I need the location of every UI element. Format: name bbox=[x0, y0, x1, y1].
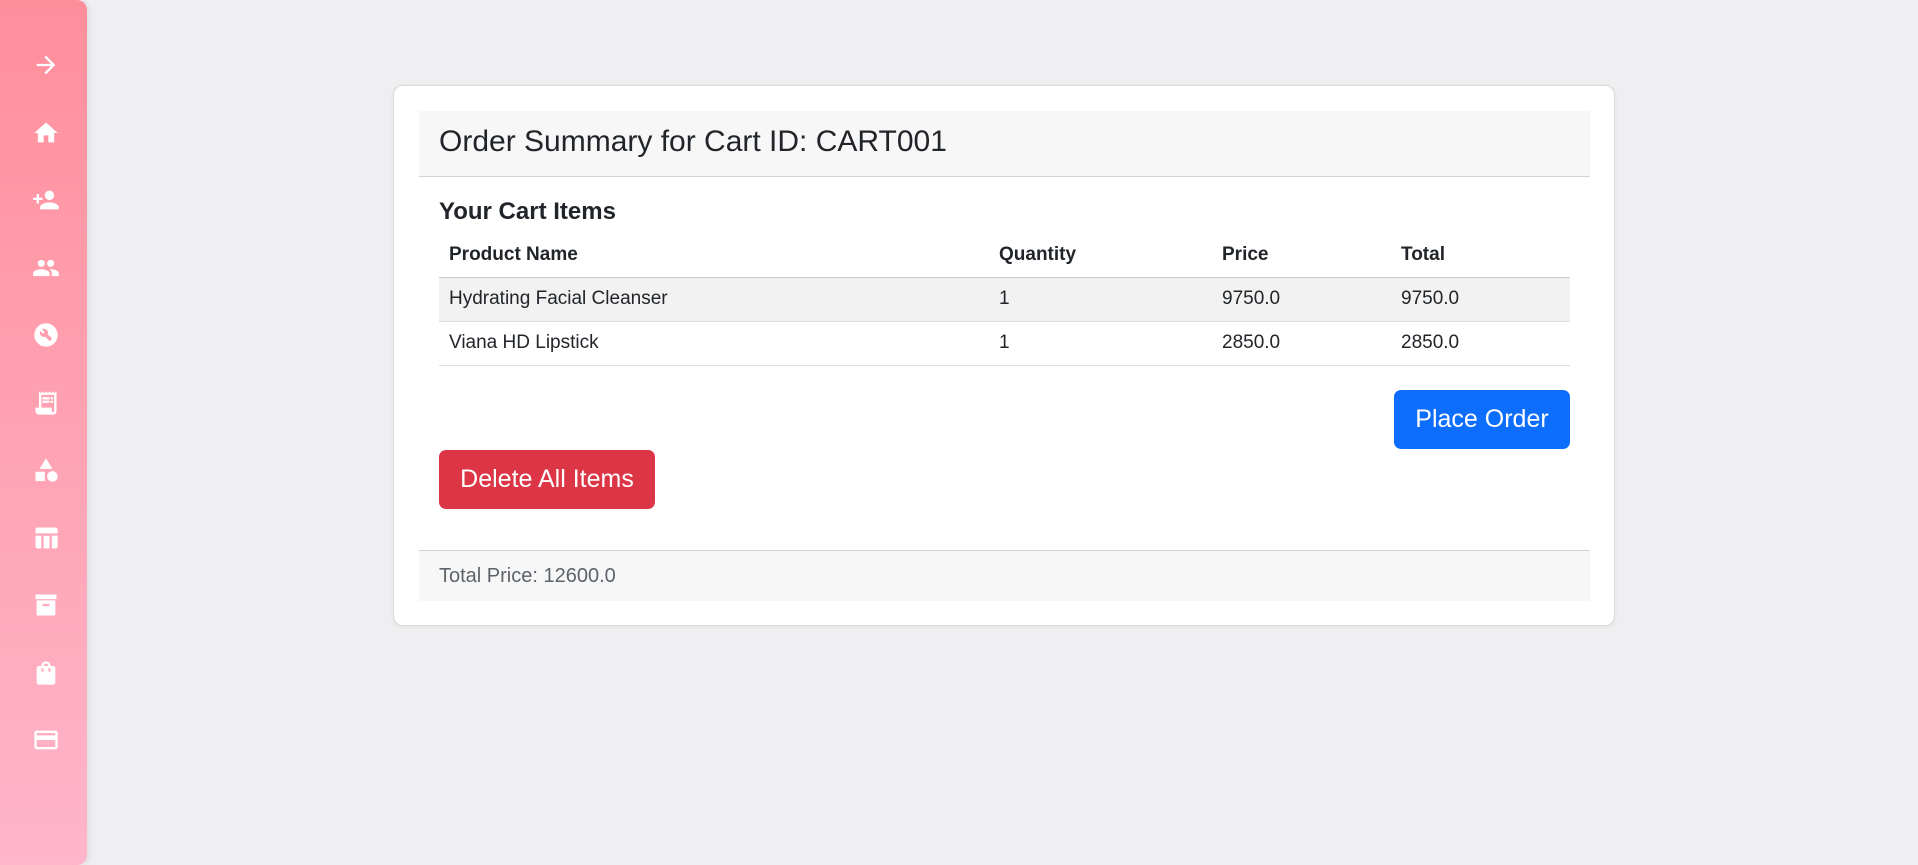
table-row: Viana HD Lipstick 1 2850.0 2850.0 bbox=[439, 321, 1570, 366]
table-row: Hydrating Facial Cleanser 1 9750.0 9750.… bbox=[439, 277, 1570, 322]
column-header-quantity: Quantity bbox=[989, 233, 1212, 278]
archive-icon bbox=[35, 594, 57, 616]
person-add-icon bbox=[33, 190, 59, 210]
people-icon bbox=[33, 259, 59, 277]
cell-product-name: Viana HD Lipstick bbox=[439, 321, 989, 366]
sidebar-item-categories[interactable] bbox=[26, 450, 66, 490]
cell-product-name: Hydrating Facial Cleanser bbox=[439, 277, 989, 322]
sidebar-item-expand[interactable] bbox=[26, 45, 66, 85]
place-order-button[interactable]: Place Order bbox=[1394, 390, 1570, 449]
section-title: Your Cart Items bbox=[439, 198, 616, 225]
category-icon bbox=[35, 458, 58, 482]
shopping-bag-icon bbox=[36, 661, 56, 685]
order-summary-card: Order Summary for Cart ID: CART001 Your … bbox=[393, 85, 1615, 626]
cell-quantity: 1 bbox=[989, 277, 1212, 322]
sidebar-item-home[interactable] bbox=[26, 113, 66, 153]
total-price: Total Price: 12600.0 bbox=[439, 565, 616, 587]
arrow-right-icon bbox=[36, 55, 56, 75]
sidebar-item-orders[interactable] bbox=[26, 383, 66, 423]
cell-price: 2850.0 bbox=[1212, 321, 1391, 366]
card-header: Order Summary for Cart ID: CART001 bbox=[419, 111, 1590, 177]
card-footer: Total Price: 12600.0 bbox=[419, 550, 1590, 601]
table-icon bbox=[35, 527, 58, 549]
build-icon bbox=[34, 323, 58, 347]
sidebar-item-people[interactable] bbox=[26, 248, 66, 288]
sidebar-item-add-user[interactable] bbox=[26, 180, 66, 220]
receipt-icon bbox=[35, 391, 57, 415]
table-header-row: Product Name Quantity Price Total bbox=[439, 233, 1570, 278]
column-header-total: Total bbox=[1391, 233, 1570, 278]
column-header-price: Price bbox=[1212, 233, 1391, 278]
sidebar bbox=[0, 0, 87, 865]
cell-quantity: 1 bbox=[989, 321, 1212, 366]
sidebar-item-table[interactable] bbox=[26, 518, 66, 558]
delete-all-items-button[interactable]: Delete All Items bbox=[439, 450, 655, 509]
column-header-product-name: Product Name bbox=[439, 233, 989, 278]
sidebar-item-archive[interactable] bbox=[26, 585, 66, 625]
credit-card-icon bbox=[34, 730, 58, 750]
home-icon bbox=[34, 122, 58, 143]
cell-price: 9750.0 bbox=[1212, 277, 1391, 322]
cart-items-table: Product Name Quantity Price Total Hydrat… bbox=[439, 233, 1570, 366]
cell-total: 9750.0 bbox=[1391, 277, 1570, 322]
sidebar-item-build[interactable] bbox=[26, 315, 66, 355]
cell-total: 2850.0 bbox=[1391, 321, 1570, 366]
sidebar-item-shopping[interactable] bbox=[26, 653, 66, 693]
sidebar-item-payments[interactable] bbox=[26, 720, 66, 760]
page-title: Order Summary for Cart ID: CART001 bbox=[439, 125, 947, 158]
